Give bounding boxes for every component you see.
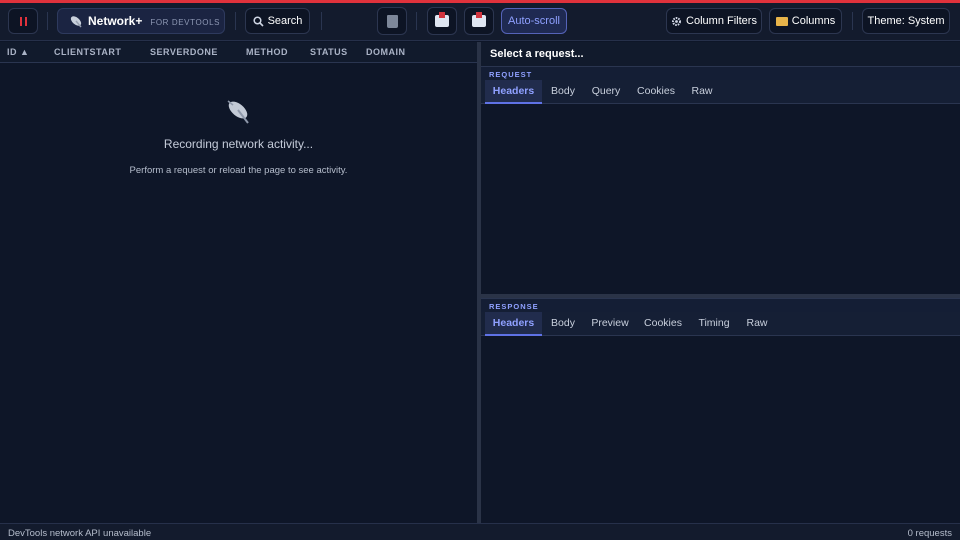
auto-scroll-toggle[interactable]: Auto-scroll xyxy=(501,8,567,34)
column-header-method[interactable]: METHOD xyxy=(246,47,288,57)
column-header-clientstart[interactable]: CLIENTSTART xyxy=(54,47,121,57)
columns-button[interactable]: Columns xyxy=(769,8,842,34)
column-header-domain[interactable]: DOMAIN xyxy=(366,47,406,57)
request-tab-body[interactable]: Body xyxy=(545,80,581,104)
outbox-tray-icon xyxy=(472,12,486,27)
satellite-dish-icon xyxy=(224,97,254,127)
theme-button[interactable]: Theme: System xyxy=(862,8,950,34)
theme-label: Theme: System xyxy=(867,15,945,27)
column-header-id[interactable]: ID ▲ xyxy=(7,47,29,57)
response-section-label: RESPONSE xyxy=(481,298,960,312)
detail-title: Select a request... xyxy=(481,42,960,66)
empty-state: Recording network activity... Perform a … xyxy=(0,97,477,176)
request-tabs: Headers Body Query Cookies Raw xyxy=(481,80,960,104)
response-tab-raw[interactable]: Raw xyxy=(741,312,773,336)
response-tab-body[interactable]: Body xyxy=(545,312,581,336)
search-button[interactable]: Search xyxy=(245,8,310,34)
gear-icon xyxy=(672,16,682,26)
response-tab-headers[interactable]: Headers xyxy=(485,312,542,336)
table-header: ID ▲ CLIENTSTART SERVERDONE METHOD STATU… xyxy=(0,42,477,63)
request-tab-headers[interactable]: Headers xyxy=(485,80,542,104)
satellite-dish-icon xyxy=(70,16,82,28)
toolbar-separator xyxy=(416,12,417,30)
folder-icon xyxy=(775,16,788,26)
request-detail-panel: Select a request... REQUEST Headers Body… xyxy=(481,42,960,523)
request-content-pane xyxy=(481,104,960,294)
response-tab-cookies[interactable]: Cookies xyxy=(639,312,687,336)
column-filters-button[interactable]: Column Filters xyxy=(666,8,762,34)
clear-button[interactable] xyxy=(377,7,407,35)
brand-name: Network+ xyxy=(88,14,143,28)
request-tab-cookies[interactable]: Cookies xyxy=(632,80,680,104)
response-content-pane xyxy=(481,336,960,521)
column-header-status[interactable]: STATUS xyxy=(310,47,348,57)
toolbar: Network+ FOR DEVTOOLS Search Auto-scroll… xyxy=(0,3,960,41)
response-tab-timing[interactable]: Timing xyxy=(693,312,735,336)
response-tab-preview[interactable]: Preview xyxy=(587,312,633,336)
pause-icon xyxy=(19,16,27,26)
request-list-panel: ID ▲ CLIENTSTART SERVERDONE METHOD STATU… xyxy=(0,42,477,523)
column-header-serverdone[interactable]: SERVERDONE xyxy=(150,47,218,57)
toolbar-separator xyxy=(47,12,48,30)
search-button-label: Search xyxy=(267,15,303,27)
request-tab-query[interactable]: Query xyxy=(585,80,627,104)
brand-subtitle: FOR DEVTOOLS xyxy=(150,17,221,27)
inbox-tray-icon xyxy=(435,12,449,27)
request-count: 0 requests xyxy=(907,528,952,539)
import-button[interactable] xyxy=(427,7,457,35)
pause-button[interactable] xyxy=(8,8,38,34)
toolbar-separator xyxy=(852,12,853,30)
column-filters-label: Column Filters xyxy=(686,15,757,27)
request-tab-raw[interactable]: Raw xyxy=(686,80,718,104)
response-tabs: Headers Body Preview Cookies Timing Raw xyxy=(481,312,960,336)
toolbar-separator xyxy=(235,12,236,30)
empty-state-title: Recording network activity... xyxy=(163,137,314,151)
export-button[interactable] xyxy=(464,7,494,35)
trash-icon xyxy=(386,14,398,28)
request-section-label: REQUEST xyxy=(481,66,960,80)
search-icon xyxy=(253,15,264,27)
columns-label: Columns xyxy=(791,15,836,27)
brand-logo: Network+ FOR DEVTOOLS xyxy=(57,8,225,34)
auto-scroll-label: Auto-scroll xyxy=(508,15,560,27)
status-message: DevTools network API unavailable xyxy=(8,528,152,539)
toolbar-separator xyxy=(321,12,322,30)
status-bar: DevTools network API unavailable 0 reque… xyxy=(0,523,960,540)
empty-state-subtitle: Perform a request or reload the page to … xyxy=(129,165,348,176)
